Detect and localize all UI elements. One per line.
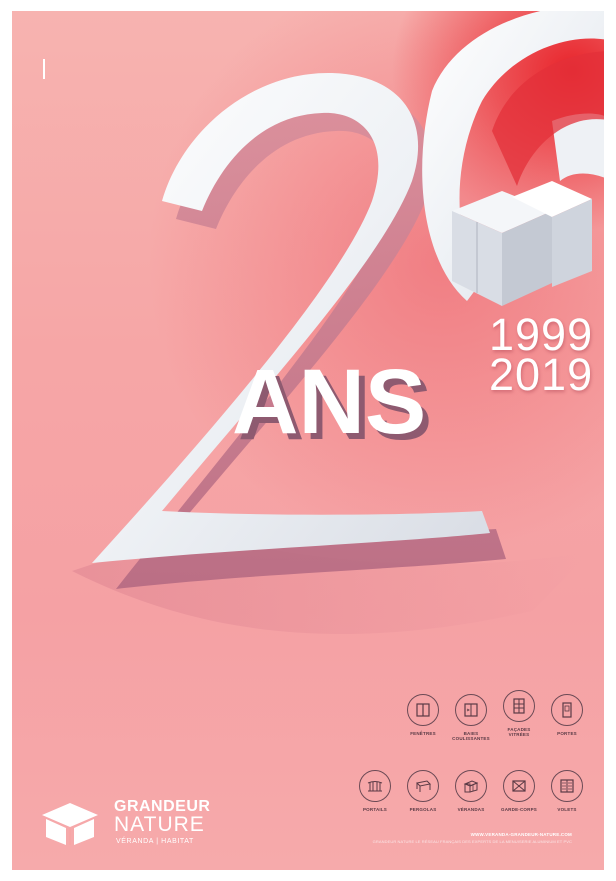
svg-text:ANS: ANS [232,351,426,451]
pergola-icon [407,770,439,802]
window-icon [407,694,439,726]
product-item-portes: PORTES [532,694,602,736]
product-label: VOLETS [557,807,577,812]
year-end: 2019 [489,349,594,400]
shutter-icon [551,770,583,802]
corner-mark-icon [42,59,46,79]
footer-info: WWW.VERANDA-GRANDEUR-NATURE.COM GRANDEUR… [373,832,572,844]
brand-logo: GRANDEUR NATURE VÉRANDA | HABITAT [40,799,220,855]
door-icon [551,694,583,726]
glass-facade-icon [503,690,535,722]
gate-icon [359,770,391,802]
house-cube-icon [452,181,592,306]
anniversary-years: 1999 2019 [489,312,594,400]
product-label: PORTES [557,731,577,736]
brand-claim: GRANDEUR NATURE LE RÉSEAU FRANÇAIS DES E… [372,839,572,844]
railing-icon [503,770,535,802]
product-item-volets: VOLETS [532,770,602,812]
veranda-icon [455,770,487,802]
anniversary-poster: ANS ANS 1999 2019 FENÊTRES BAIES COULISS… [12,11,604,870]
brand-name-line2: NATURE [114,813,205,836]
website-url: WWW.VERANDA-GRANDEUR-NATURE.COM [470,832,572,837]
brand-tagline: VÉRANDA | HABITAT [116,838,194,845]
house-logo-icon [42,803,98,845]
sliding-door-icon [455,694,487,726]
ans-title: ANS ANS [232,351,432,451]
